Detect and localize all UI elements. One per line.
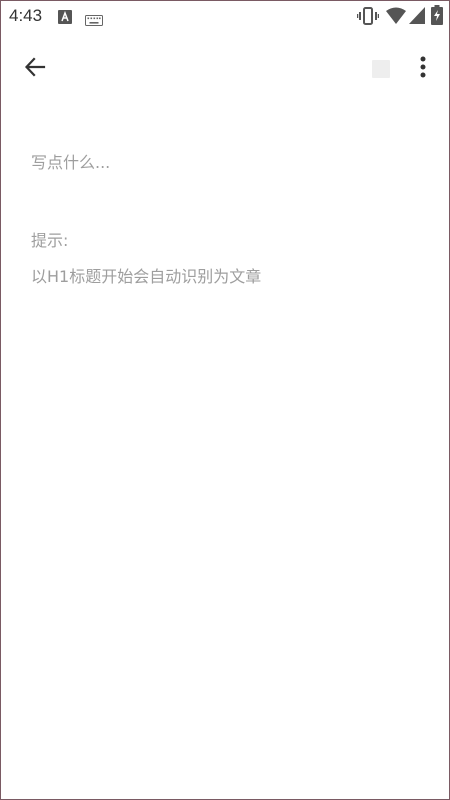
wifi-icon bbox=[386, 7, 406, 28]
arrow-left-icon bbox=[23, 55, 47, 83]
vibrate-icon bbox=[356, 7, 380, 29]
toolbar bbox=[1, 41, 449, 97]
status-time: 4:43 bbox=[9, 6, 43, 25]
more-options-button[interactable] bbox=[405, 49, 441, 89]
hint-label: 提示: bbox=[31, 231, 69, 250]
square-icon bbox=[372, 60, 390, 78]
app-a-icon bbox=[58, 9, 72, 28]
more-vert-icon bbox=[420, 56, 426, 82]
signal-icon bbox=[409, 7, 425, 28]
back-button[interactable] bbox=[13, 47, 57, 91]
editor-area[interactable]: 写点什么... 提示: 以H1标题开始会自动识别为文章 bbox=[31, 149, 421, 291]
square-button[interactable] bbox=[363, 51, 399, 87]
screen: 4:43 写点什么... 提示: 以H1标题开始会自动识别为文章 bbox=[0, 0, 450, 800]
keyboard-icon bbox=[85, 11, 103, 30]
hint-text: 以H1标题开始会自动识别为文章 bbox=[31, 267, 262, 286]
editor-placeholder: 写点什么... bbox=[31, 153, 111, 172]
status-bar: 4:43 bbox=[1, 1, 449, 33]
battery-icon bbox=[431, 5, 443, 29]
